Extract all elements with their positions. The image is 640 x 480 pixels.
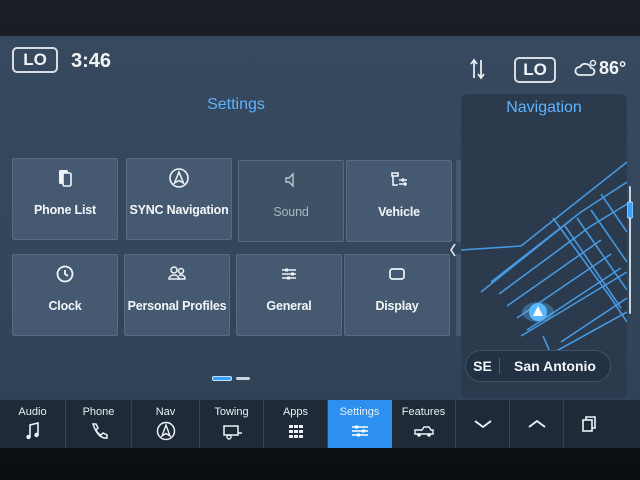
bottom-collapse-button[interactable]	[456, 400, 510, 448]
navigation-title: Navigation	[506, 99, 582, 116]
navigation-icon	[156, 421, 175, 441]
settings-title: Settings	[207, 96, 265, 113]
driver-temp-setting[interactable]: LO	[12, 47, 58, 73]
phone-list-icon	[59, 170, 72, 187]
tile-label: Clock	[48, 299, 82, 313]
sync-navigation-icon	[169, 168, 189, 188]
bottom-tab-label: Features	[401, 406, 446, 418]
scrollbar[interactable]	[627, 186, 633, 314]
bottom-tab-label: Settings	[339, 406, 380, 418]
bottom-tab-label: Nav	[155, 406, 176, 418]
bottom-tab-settings[interactable]: Settings	[328, 400, 392, 448]
location-bar[interactable]: SE San Antonio	[465, 350, 611, 382]
page-indicator[interactable]	[212, 376, 252, 382]
tile-phone-list[interactable]: Phone List	[12, 158, 118, 240]
clock-icon	[56, 265, 74, 283]
bottom-tab-label: Towing	[214, 406, 249, 418]
phone-icon	[91, 423, 108, 439]
current-city: San Antonio	[514, 358, 596, 374]
profiles-icon	[168, 266, 186, 280]
truck-icon	[413, 426, 434, 437]
vehicle-position-icon	[522, 302, 554, 322]
tile-label: Phone List	[34, 203, 96, 217]
settings-sliders-icon	[351, 425, 368, 437]
tile-vehicle[interactable]: Vehicle	[346, 160, 452, 242]
status-bar: LO 3:46 LO 86°	[0, 36, 640, 88]
bottom-windows-button[interactable]	[564, 400, 614, 448]
windows-icon	[582, 416, 596, 432]
chevron-left-icon[interactable]	[449, 242, 457, 258]
sliders-icon	[282, 268, 296, 280]
bottom-expand-button[interactable]	[510, 400, 564, 448]
display-icon	[389, 268, 405, 280]
page-dot-active	[212, 376, 232, 381]
chevron-down-icon	[473, 420, 492, 429]
bottom-tab-label: Phone	[82, 406, 115, 418]
bottom-tab-nav[interactable]: Nav	[132, 400, 200, 448]
data-transfer-icon	[470, 58, 485, 80]
tile-sound[interactable]: Sound	[238, 160, 344, 242]
tile-label: SYNC Navigation	[129, 203, 229, 217]
bottom-tab-label: Audio	[18, 406, 47, 418]
page-dot	[236, 377, 250, 380]
tile-general[interactable]: General	[236, 254, 342, 336]
tile-label: Sound	[273, 205, 309, 219]
tile-label: Vehicle	[378, 205, 420, 219]
trailer-icon	[222, 425, 242, 440]
bottom-tab-label: Apps	[282, 406, 309, 418]
passenger-temp-setting[interactable]: LO	[514, 57, 556, 83]
tile-label: Personal Profiles	[127, 299, 227, 313]
tile-clock[interactable]: Clock	[12, 254, 118, 336]
sound-icon	[285, 172, 294, 188]
outside-temperature: 86°	[599, 58, 627, 78]
tile-sync-navigation[interactable]: SYNC Navigation	[126, 158, 232, 240]
chevron-up-icon	[527, 419, 546, 428]
music-note-icon	[25, 421, 39, 440]
tile-display[interactable]: Display	[344, 254, 450, 336]
bottom-tab-features[interactable]: Features	[392, 400, 456, 448]
bottom-tab-towing[interactable]: Towing	[200, 400, 264, 448]
weather-icon	[574, 59, 597, 76]
clock-readout: 3:46	[71, 50, 112, 72]
navigation-panel[interactable]: Navigation SE San Antonio	[461, 94, 627, 398]
tile-label: General	[266, 299, 312, 313]
compass-heading: SE	[466, 358, 500, 374]
apps-grid-icon	[288, 425, 303, 438]
bottom-tab-phone[interactable]: Phone	[66, 400, 132, 448]
bottom-tab-apps[interactable]: Apps	[264, 400, 328, 448]
tile-label: Display	[375, 299, 419, 313]
vehicle-icon	[391, 172, 407, 186]
tile-personal-profiles[interactable]: Personal Profiles	[124, 254, 230, 336]
bottom-tab-audio[interactable]: Audio	[0, 400, 66, 448]
